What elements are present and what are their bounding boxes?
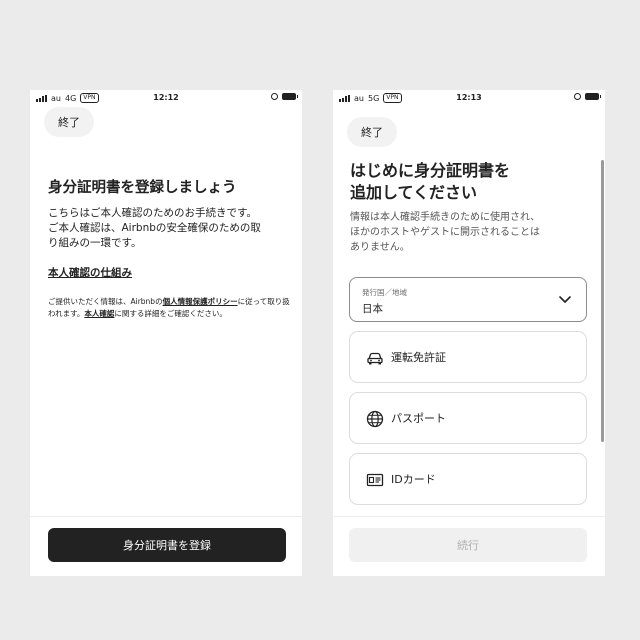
option-drivers-license[interactable]: 運転免許証 — [349, 331, 587, 383]
page-title: 身分証明書を登録しましょう — [48, 180, 237, 196]
title-line: 追加してください — [350, 183, 478, 202]
privacy-notice: ご提供いただく情報は、Airbnbの個人情報保護ポリシーに従って取り扱われます。… — [48, 296, 290, 320]
privacy-policy-link[interactable]: 個人情報保護ポリシー — [163, 297, 238, 306]
status-time: 12:12 — [153, 93, 179, 102]
country-select-value: 日本 — [362, 303, 383, 315]
how-verification-works-link[interactable]: 本人確認の仕組み — [48, 265, 132, 280]
continue-button[interactable]: 続行 — [349, 528, 587, 562]
screen-add-id: au 5G VPN 12:13 終了 はじめに身分証明書を 追加してください 情… — [333, 90, 605, 576]
intro-line: り組みの一環です。 — [48, 237, 142, 249]
close-button[interactable]: 終了 — [347, 117, 397, 147]
scrollbar[interactable] — [601, 160, 604, 442]
status-time: 12:13 — [456, 93, 482, 102]
chevron-down-icon — [559, 296, 571, 303]
car-icon — [367, 352, 383, 365]
id-card-icon — [366, 473, 384, 487]
option-label: 運転免許証 — [391, 351, 446, 364]
privacy-description: 情報は本人確認手続きのために使用され、 ほかのホストやゲストに開示されることは … — [350, 210, 586, 255]
globe-icon — [366, 410, 384, 428]
option-label: IDカード — [391, 473, 436, 486]
title-line: はじめに身分証明書を — [350, 161, 511, 180]
notice-text: に関する詳細をご確認ください。 — [114, 309, 227, 318]
orientation-lock-icon — [271, 93, 278, 100]
option-passport[interactable]: パスポート — [349, 392, 587, 444]
notice-text: ご提供いただく情報は、Airbnbの — [48, 297, 163, 306]
orientation-lock-icon — [574, 93, 581, 100]
close-button[interactable]: 終了 — [44, 107, 94, 137]
identity-verification-link[interactable]: 本人確認 — [84, 309, 114, 318]
register-id-button[interactable]: 身分証明書を登録 — [48, 528, 286, 562]
footer-bar: 続行 — [333, 516, 605, 576]
description-line: 情報は本人確認手続きのために使用され、 — [350, 212, 541, 223]
battery-icon — [585, 93, 601, 100]
screen-register-id-intro: au 4G VPN 12:12 終了 身分証明書を登録しましょう こちらはご本人… — [30, 90, 302, 576]
description-line: ありません。 — [350, 242, 410, 253]
status-bar: au 4G VPN 12:12 — [30, 90, 302, 106]
intro-text: こちらはご本人確認のためのお手続きです。 ご本人確認は、Airbnbの安全確保の… — [48, 206, 288, 251]
battery-icon — [282, 93, 298, 100]
footer-bar: 身分証明書を登録 — [30, 516, 302, 576]
description-line: ほかのホストやゲストに開示されることは — [350, 227, 540, 238]
option-label: パスポート — [391, 412, 446, 425]
issuing-country-select[interactable]: 発行国／地域 日本 — [349, 277, 587, 322]
intro-line: ご本人確認は、Airbnbの安全確保のための取 — [48, 222, 261, 234]
intro-line: こちらはご本人確認のためのお手続きです。 — [48, 207, 257, 219]
status-bar: au 5G VPN 12:13 — [333, 90, 605, 106]
option-id-card[interactable]: IDカード — [349, 453, 587, 505]
page-title: はじめに身分証明書を 追加してください — [350, 160, 590, 204]
country-select-label: 発行国／地域 — [362, 288, 407, 297]
